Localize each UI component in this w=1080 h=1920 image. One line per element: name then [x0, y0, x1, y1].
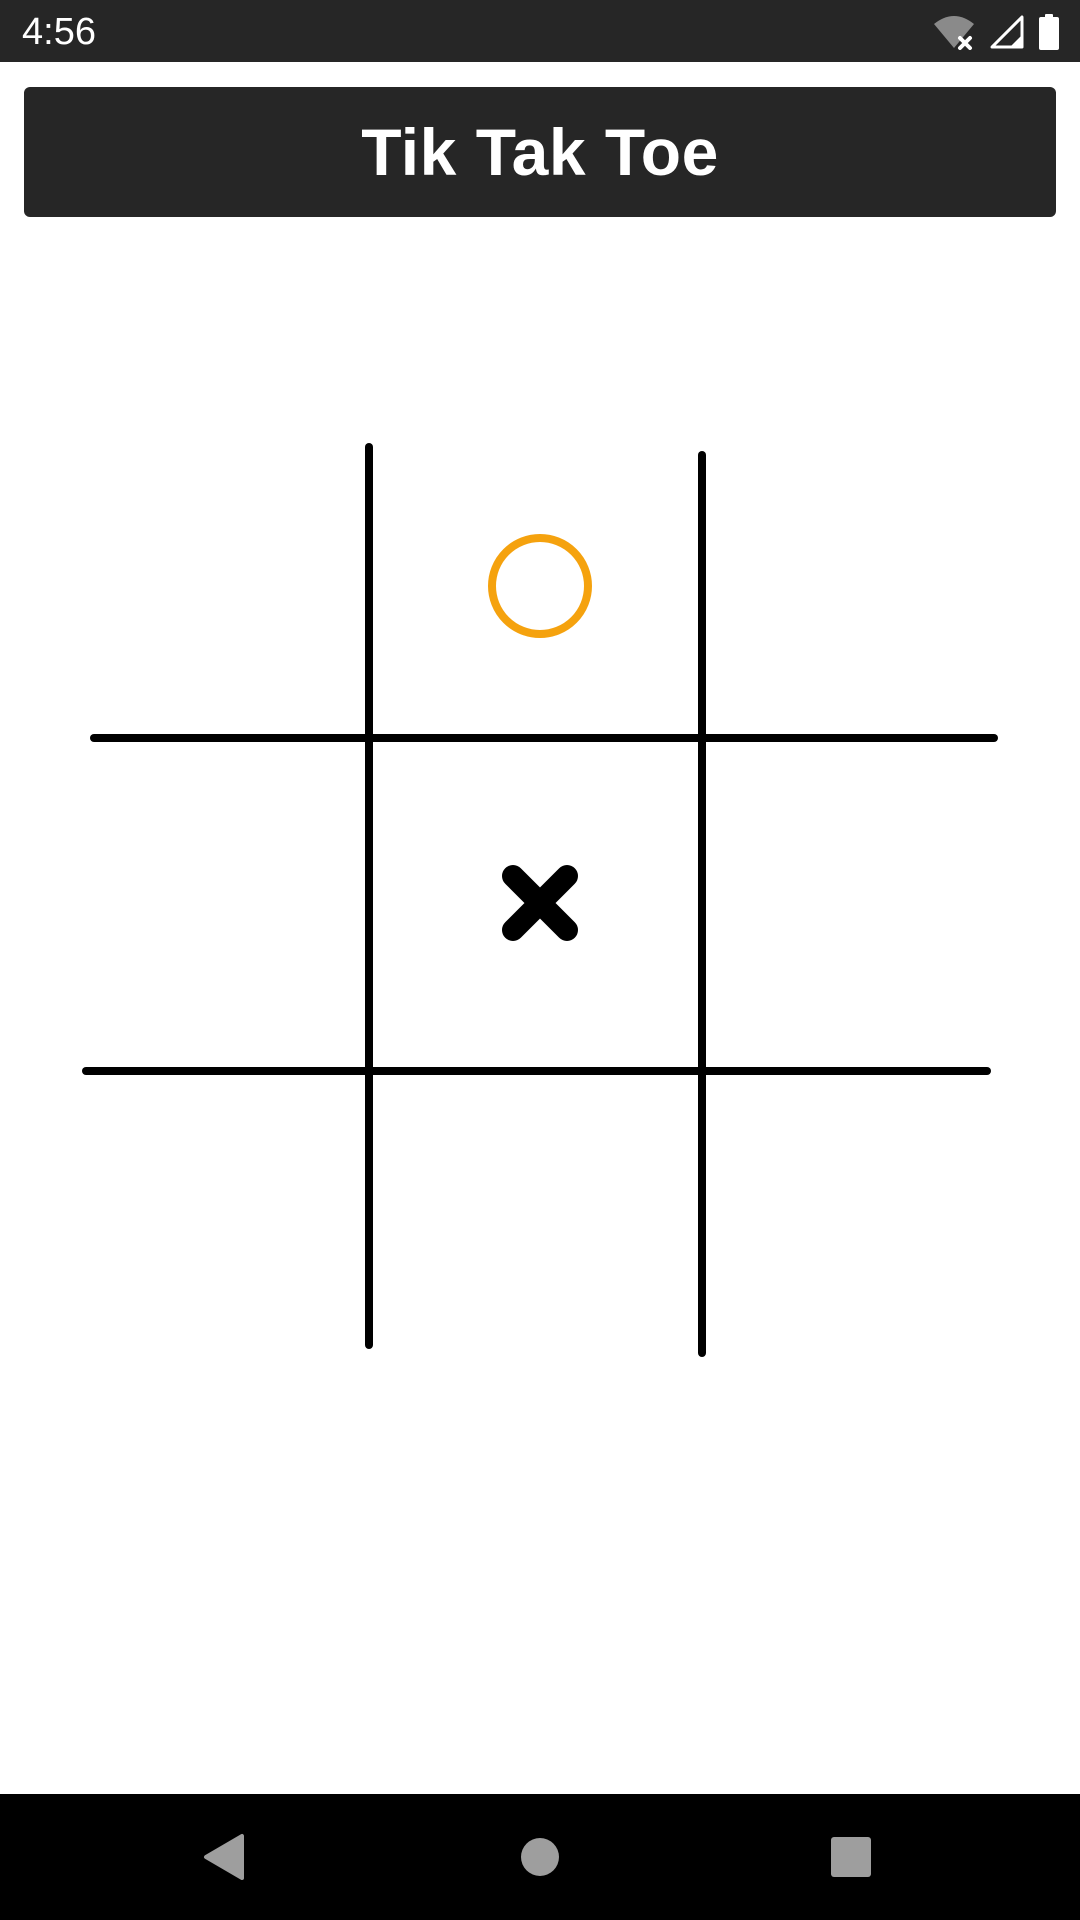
home-icon [521, 1838, 559, 1876]
status-time: 4:56 [22, 11, 96, 53]
back-icon [204, 1834, 244, 1880]
board-cell-0-2[interactable] [706, 430, 1031, 734]
o-mark-icon [488, 534, 592, 638]
navigation-bar [0, 1794, 1080, 1920]
battery-icon [1038, 14, 1060, 50]
wifi-off-icon [932, 14, 976, 50]
title-banner: Tik Tak Toe [24, 87, 1056, 217]
board-cell-1-0[interactable] [40, 742, 365, 1067]
board-cell-2-1[interactable] [373, 1075, 698, 1355]
home-button[interactable] [510, 1827, 570, 1887]
screen: 4:56 Tik Tak Toe [0, 0, 1080, 1920]
cell-signal-icon [990, 15, 1024, 49]
recents-icon [831, 1837, 871, 1877]
back-button[interactable] [195, 1827, 255, 1887]
status-icons [932, 12, 1060, 52]
recents-button[interactable] [821, 1827, 881, 1887]
x-mark-icon [502, 865, 578, 941]
page-title: Tik Tak Toe [361, 115, 719, 189]
board-cell-2-2[interactable] [706, 1075, 1031, 1355]
board-cell-0-0[interactable] [40, 430, 365, 734]
board-cell-2-0[interactable] [40, 1075, 365, 1355]
board-cell-1-1[interactable] [373, 742, 698, 1067]
game-board [0, 430, 1080, 1370]
board-cell-0-1[interactable] [373, 430, 698, 734]
status-bar: 4:56 [0, 0, 1080, 62]
board-cell-1-2[interactable] [706, 742, 1031, 1067]
